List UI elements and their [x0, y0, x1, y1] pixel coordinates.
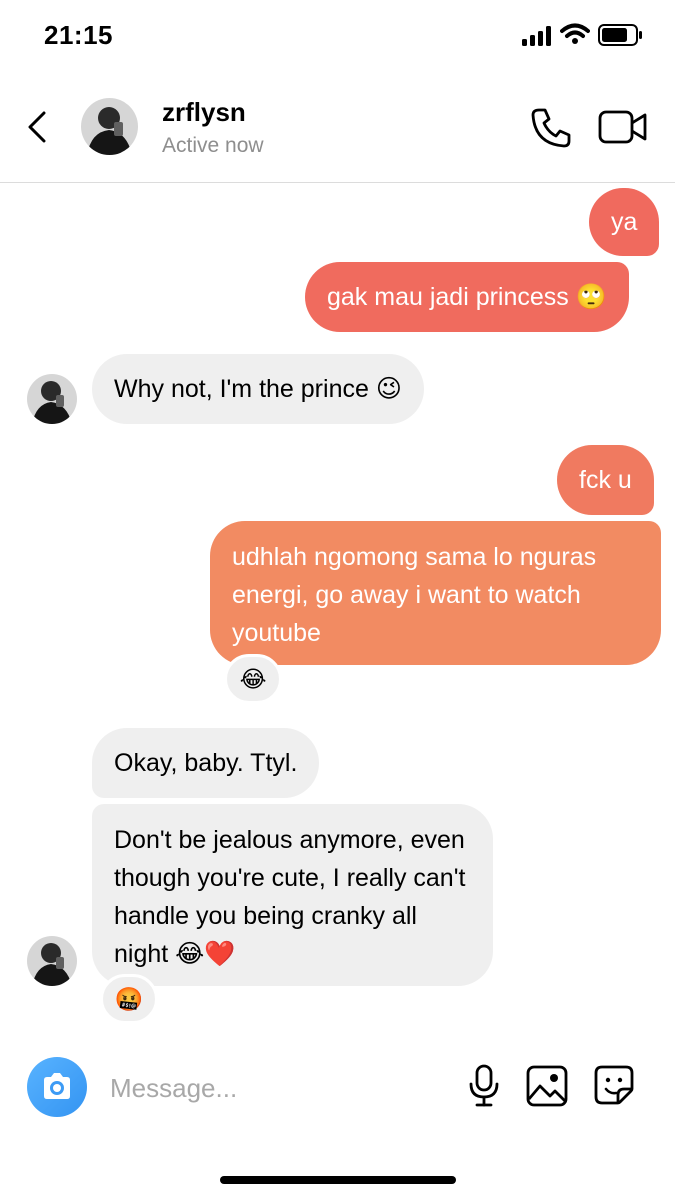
status-bar: 21:15 — [0, 0, 675, 72]
camera-icon — [44, 1073, 70, 1099]
message-reaction[interactable]: 🤬 — [100, 974, 158, 1024]
microphone-icon[interactable] — [468, 1064, 500, 1108]
home-indicator[interactable] — [220, 1176, 456, 1184]
video-camera-icon[interactable] — [598, 110, 648, 144]
incoming-message[interactable]: Okay, baby. Ttyl. — [92, 728, 320, 798]
chat-header: zrflysn Active now — [0, 80, 675, 183]
outgoing-message[interactable]: ya — [589, 188, 660, 256]
avatar[interactable] — [81, 98, 138, 155]
message-input[interactable] — [110, 1068, 440, 1108]
active-status: Active now — [162, 134, 264, 157]
message-composer — [0, 1050, 675, 1130]
incoming-message[interactable]: Don't be jealous anymore, even though yo… — [92, 804, 493, 986]
incoming-message[interactable]: Why not, I'm the prince 😉 — [92, 354, 424, 424]
battery-icon — [598, 24, 642, 46]
wifi-icon — [560, 23, 590, 44]
outgoing-message[interactable]: fck u — [557, 445, 654, 515]
message-reaction[interactable]: 😂 — [224, 654, 282, 704]
avatar[interactable] — [27, 936, 77, 986]
cellular-signal-icon — [522, 26, 551, 46]
outgoing-message[interactable]: udhlah ngomong sama lo nguras energi, go… — [210, 521, 661, 665]
gallery-icon[interactable] — [526, 1065, 568, 1107]
sticker-icon[interactable] — [594, 1065, 634, 1105]
camera-button[interactable] — [27, 1057, 87, 1117]
contact-name[interactable]: zrflysn — [162, 97, 246, 128]
phone-icon[interactable] — [530, 107, 572, 149]
status-time: 21:15 — [44, 20, 113, 50]
avatar[interactable] — [27, 374, 77, 424]
outgoing-message[interactable]: gak mau jadi princess 🙄 — [305, 262, 629, 332]
back-chevron-icon[interactable] — [22, 107, 52, 147]
